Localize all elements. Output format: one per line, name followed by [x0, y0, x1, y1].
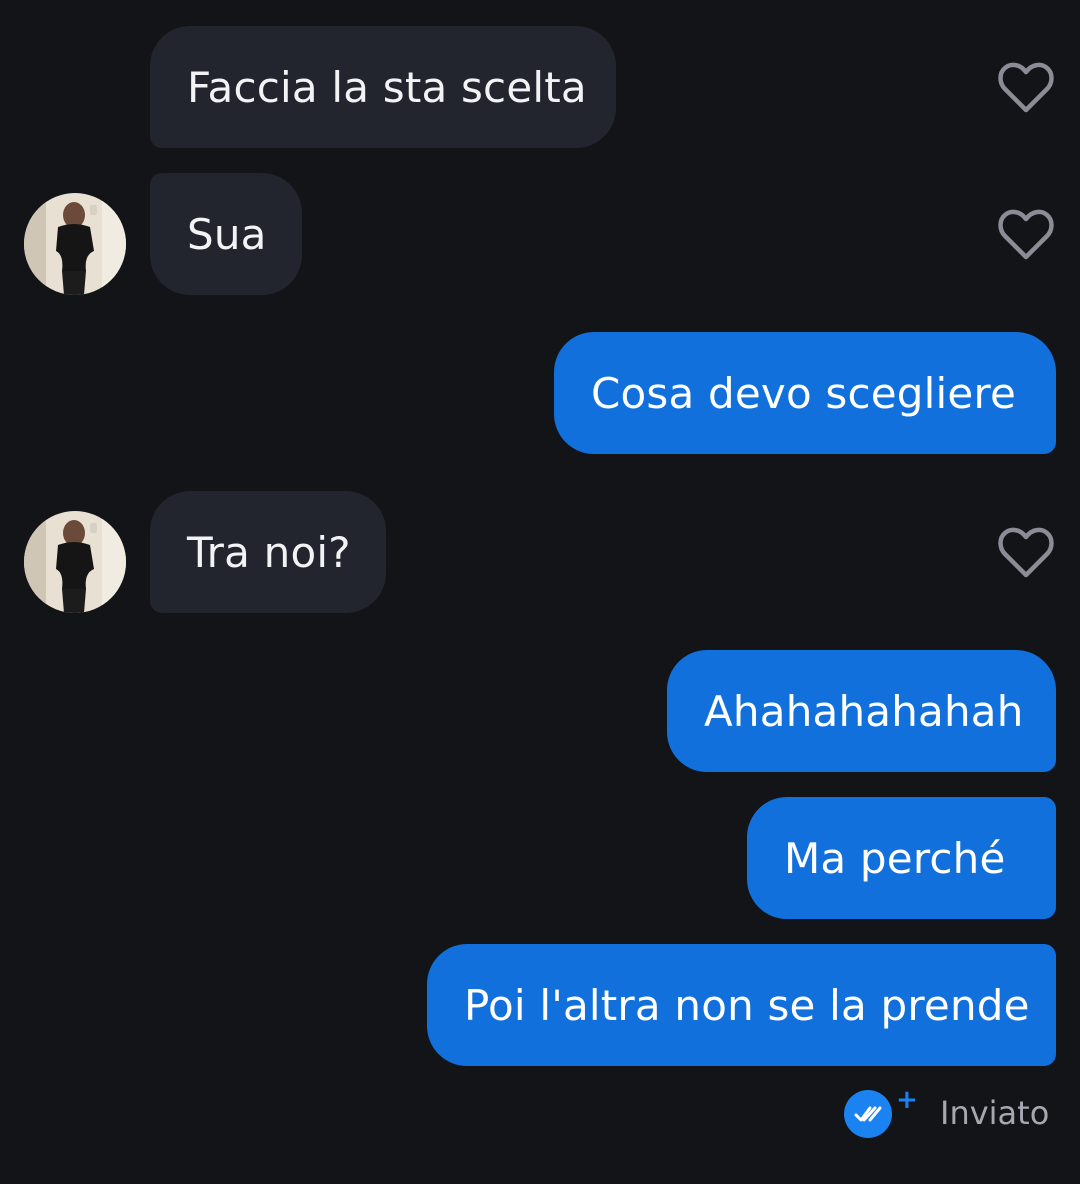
message-bubble-received[interactable]: Tra noi? [150, 491, 386, 613]
message-text: Ma perché [784, 833, 1006, 883]
message-text: Sua [187, 209, 267, 259]
message-bubble-sent[interactable]: Poi l'altra non se la prende [427, 944, 1056, 1066]
message-bubble-sent[interactable]: Ahahahahahah [667, 650, 1056, 772]
message-bubble-received[interactable]: Sua [150, 173, 302, 295]
message-text: Faccia la sta scelta [187, 62, 587, 112]
message-bubble-received[interactable]: Faccia la sta scelta [150, 26, 616, 148]
status-label: Inviato [940, 1094, 1050, 1132]
contact-avatar[interactable] [24, 511, 126, 613]
message-bubble-sent[interactable]: Ma perché [747, 797, 1056, 919]
message-text: Ahahahahahah [704, 686, 1024, 736]
like-heart-icon[interactable] [996, 207, 1056, 263]
like-heart-icon[interactable] [996, 60, 1056, 116]
delivery-status: + Inviato [840, 1086, 1060, 1142]
message-bubble-sent[interactable]: Cosa devo scegliere [554, 332, 1056, 454]
message-text: Cosa devo scegliere [591, 368, 1017, 418]
message-text: Poi l'altra non se la prende [464, 980, 1030, 1030]
like-heart-icon[interactable] [996, 525, 1056, 581]
plus-icon: + [896, 1085, 918, 1115]
double-check-icon [844, 1090, 892, 1138]
contact-avatar[interactable] [24, 193, 126, 295]
message-text: Tra noi? [187, 527, 351, 577]
